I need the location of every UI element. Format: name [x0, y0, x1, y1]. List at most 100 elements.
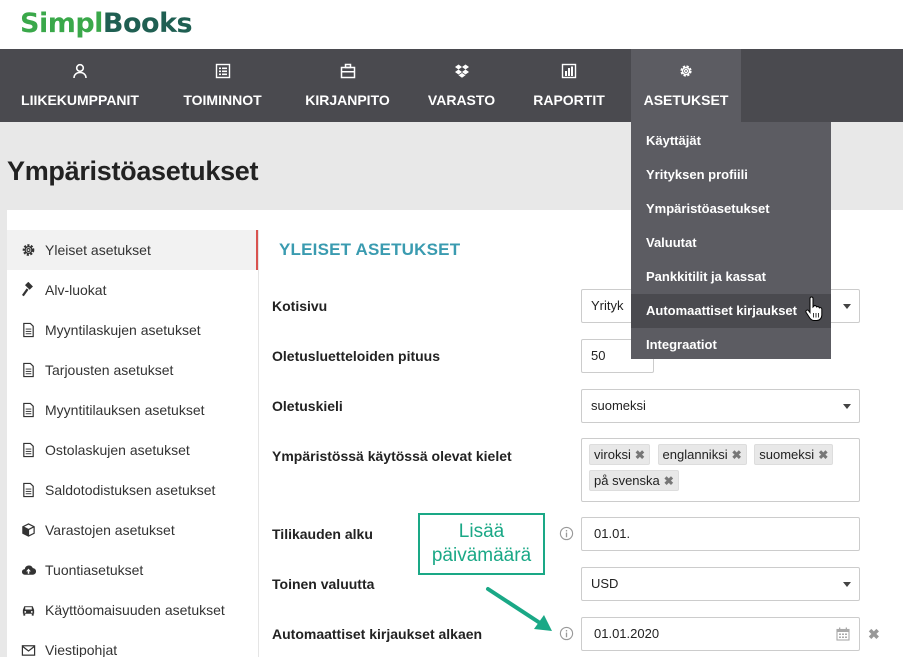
sidebar-item-tuonti[interactable]: Tuontiasetukset	[7, 550, 257, 590]
document-icon	[23, 322, 34, 338]
sidebar-item-label: Käyttöomaisuuden asetukset	[45, 602, 225, 618]
clear-date-icon[interactable]: ✖	[868, 626, 880, 643]
valuutta-label: Toinen valuutta	[272, 576, 375, 592]
sidebar-item-alv[interactable]: Alv-luokat	[7, 270, 257, 310]
document-icon	[23, 402, 34, 418]
nav-label: RAPORTIT	[533, 92, 605, 108]
kielet-label: Ympäristössä käytössä olevat kielet	[272, 448, 512, 464]
nav-asetukset[interactable]: ASETUKSET	[631, 49, 741, 122]
sidebar-border	[258, 230, 259, 657]
pituus-value: 50	[591, 348, 606, 363]
nav-label: ASETUKSET	[643, 92, 729, 108]
menu-item-kayttajat[interactable]: Käyttäjät	[631, 124, 831, 158]
nav-raportit[interactable]: RAPORTIT	[513, 49, 625, 122]
menu-item-valuutat[interactable]: Valuutat	[631, 226, 831, 260]
gear-icon	[680, 65, 692, 77]
document-icon	[23, 442, 34, 458]
auto-label: Automaattiset kirjaukset alkaen	[272, 626, 483, 642]
logo-books: Books	[102, 8, 193, 39]
info-icon[interactable]	[559, 526, 574, 541]
menu-item-ymparistoasetukset[interactable]: Ympäristöasetukset	[631, 192, 831, 226]
section-title: YLEISET ASETUKSET	[279, 240, 461, 259]
menu-item-pankkitilit[interactable]: Pankkitilit ja kassat	[631, 260, 831, 294]
main-nav: LIIKEKUMPPANIT TOIMINNOT KIRJANPITO VARA…	[0, 49, 903, 122]
nav-label: VARASTO	[427, 92, 496, 108]
language-tag: på svenska ✖	[589, 470, 679, 491]
pituus-label: Oletusluetteloiden pituus	[272, 348, 441, 364]
tag-label: viroksi	[594, 447, 631, 462]
sidebar-item-label: Myyntilaskujen asetukset	[45, 322, 201, 338]
nav-toiminnot[interactable]: TOIMINNOT	[160, 49, 285, 122]
callout-line2: päivämäärä	[431, 545, 532, 566]
cloud-upload-icon	[22, 565, 36, 575]
list-icon	[215, 63, 230, 79]
user-icon	[73, 63, 87, 79]
valuutta-select[interactable]: USD	[581, 567, 860, 601]
top-bar: SimplBooks	[0, 0, 903, 49]
tilikausi-input[interactable]: 01.01.	[581, 517, 860, 551]
sidebar-item-label: Myyntitilauksen asetukset	[45, 402, 205, 418]
sidebar-item-label: Ostolaskujen asetukset	[45, 442, 190, 458]
sidebar-item-myyntilaskut[interactable]: Myyntilaskujen asetukset	[7, 310, 257, 350]
auto-date-input[interactable]: 01.01.2020	[581, 617, 860, 651]
nav-liikekumppanit[interactable]: LIIKEKUMPPANIT	[0, 49, 160, 122]
auto-date-value: 01.01.2020	[594, 626, 660, 641]
menu-item-yrityksen-profiili[interactable]: Yrityksen profiili	[631, 158, 831, 192]
tag-label: på svenska	[594, 473, 660, 488]
oletuskieli-value: suomeksi	[591, 398, 646, 413]
sidebar-item-varastot[interactable]: Varastojen asetukset	[7, 510, 257, 550]
sidebar-item-viestipohjat[interactable]: Viestipohjat	[7, 630, 257, 657]
tag-label: suomeksi	[759, 447, 815, 462]
remove-tag-icon[interactable]: ✖	[664, 474, 674, 488]
briefcase-icon	[340, 63, 355, 79]
sidebar-item-ostolaskut[interactable]: Ostolaskujen asetukset	[7, 430, 257, 470]
dropbox-icon	[454, 64, 469, 78]
chevron-down-icon	[843, 404, 851, 409]
sidebar-item-label: Varastojen asetukset	[45, 522, 175, 538]
tilikausi-label: Tilikauden alku	[272, 526, 373, 542]
gavel-icon	[21, 282, 33, 297]
chevron-down-icon	[843, 304, 851, 309]
document-icon	[23, 362, 34, 378]
nav-varasto[interactable]: VARASTO	[410, 49, 513, 122]
nav-label: KIRJANPITO	[305, 92, 390, 108]
oletuskieli-label: Oletuskieli	[272, 398, 343, 414]
valuutta-value: USD	[591, 576, 619, 591]
language-tag: englanniksi ✖	[657, 444, 747, 465]
oletuskieli-select[interactable]: suomeksi	[581, 389, 860, 423]
remove-tag-icon[interactable]: ✖	[732, 448, 742, 462]
app-logo[interactable]: SimplBooks	[20, 8, 193, 39]
sidebar-item-kayttoomaisuus[interactable]: Käyttöomaisuuden asetukset	[7, 590, 257, 630]
car-icon	[22, 606, 35, 616]
sidebar-item-label: Saldotodistuksen asetukset	[45, 482, 216, 498]
language-tag: viroksi ✖	[589, 444, 650, 465]
kielet-multiselect[interactable]: viroksi ✖ englanniksi ✖ suomeksi ✖ på svens…	[581, 438, 860, 502]
chevron-down-icon	[843, 582, 851, 587]
sidebar-item-label: Tarjousten asetukset	[45, 362, 174, 378]
sidebar-item-yleiset[interactable]: Yleiset asetukset	[7, 230, 257, 270]
sidebar-item-saldotodistus[interactable]: Saldotodistuksen asetukset	[7, 470, 257, 510]
sidebar-item-label: Viestipohjat	[45, 642, 118, 657]
tilikausi-value: 01.01.	[594, 526, 631, 541]
logo-simpl: Simpl	[20, 8, 103, 39]
language-tag: suomeksi ✖	[754, 444, 834, 465]
hand-cursor-icon	[805, 296, 823, 321]
nav-kirjanpito[interactable]: KIRJANPITO	[285, 49, 410, 122]
sidebar-item-tarjoukset[interactable]: Tarjousten asetukset	[7, 350, 257, 390]
annotation-callout: Lisää päivämäärä	[418, 513, 545, 575]
cube-icon	[22, 523, 35, 537]
page-title: Ympäristöasetukset	[7, 156, 259, 186]
document-icon	[23, 482, 34, 498]
calendar-icon[interactable]	[836, 627, 850, 641]
menu-item-automaattiset-kirjaukset[interactable]: Automaattiset kirjaukset	[631, 294, 831, 328]
sidebar-item-label: Alv-luokat	[45, 282, 107, 298]
kotisivu-value: Yrityk	[591, 298, 624, 313]
sidebar-item-label: Yleiset asetukset	[45, 242, 151, 258]
envelope-icon	[21, 645, 36, 656]
remove-tag-icon[interactable]: ✖	[635, 448, 645, 462]
sidebar-item-label: Tuontiasetukset	[45, 562, 144, 578]
sidebar-item-myyntitilaukset[interactable]: Myyntitilauksen asetukset	[7, 390, 257, 430]
remove-tag-icon[interactable]: ✖	[818, 448, 828, 462]
nav-label: TOIMINNOT	[183, 92, 262, 108]
menu-item-integraatiot[interactable]: Integraatiot	[631, 328, 831, 362]
